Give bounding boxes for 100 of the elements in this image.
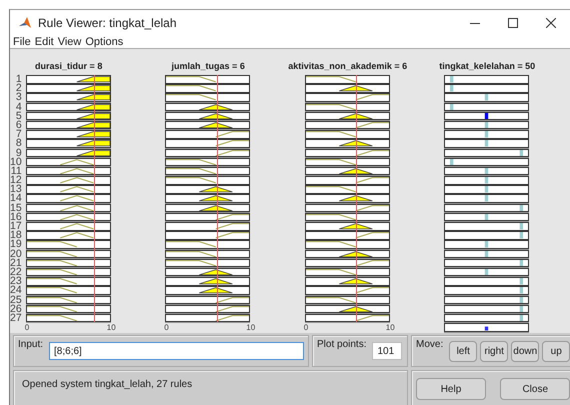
plot-points-field[interactable]: 101	[372, 342, 402, 360]
move-button[interactable]: right	[480, 341, 508, 362]
membership-plot[interactable]	[26, 185, 111, 194]
output-plot[interactable]	[444, 176, 530, 185]
menu-item[interactable]: Options	[85, 36, 124, 48]
membership-curve	[166, 242, 216, 248]
membership-plot[interactable]	[26, 130, 111, 139]
output-plot[interactable]	[444, 93, 530, 102]
membership-plot[interactable]	[165, 277, 250, 286]
membership-curve	[166, 260, 216, 266]
membership-plot[interactable]	[26, 194, 111, 203]
membership-curve	[216, 150, 250, 156]
membership-plot[interactable]	[304, 176, 390, 185]
dialog-button[interactable]: Help	[416, 378, 486, 400]
rule-number: 21	[10, 258, 22, 268]
output-bar	[485, 250, 488, 258]
move-button[interactable]: down	[511, 341, 540, 362]
membership-plot[interactable]	[304, 84, 390, 93]
input-value-line[interactable]	[356, 75, 358, 322]
output-plot[interactable]	[444, 130, 530, 139]
membership-plot[interactable]	[26, 84, 111, 93]
membership-plot[interactable]	[165, 84, 250, 93]
membership-plot[interactable]	[304, 286, 390, 295]
membership-curve	[166, 250, 216, 257]
rule-number: 17	[10, 222, 22, 232]
membership-curve	[216, 306, 250, 312]
membership-plot[interactable]	[304, 185, 390, 194]
close-icon	[546, 18, 556, 28]
menu-item[interactable]: View	[58, 36, 82, 48]
membership-curve	[166, 76, 216, 82]
membership-curve	[26, 260, 77, 266]
membership-plot[interactable]	[165, 75, 250, 84]
membership-plot[interactable]	[26, 176, 111, 185]
output-bar	[520, 278, 524, 285]
membership-plot[interactable]	[26, 75, 111, 84]
membership-plot[interactable]	[304, 93, 390, 102]
membership-plot[interactable]	[304, 240, 390, 249]
membership-curve	[59, 204, 94, 211]
membership-plot[interactable]	[304, 139, 390, 148]
rule-number: 20	[10, 250, 22, 259]
membership-plot[interactable]	[26, 139, 111, 148]
output-plot[interactable]	[444, 139, 530, 148]
input-field[interactable]: [8;6;6]	[49, 342, 304, 360]
membership-plot[interactable]	[165, 231, 250, 240]
output-bar	[485, 112, 488, 120]
membership-plot[interactable]	[304, 130, 390, 139]
output-plot[interactable]	[444, 84, 530, 93]
membership-plot[interactable]	[304, 277, 390, 286]
output-bar	[520, 314, 524, 322]
output-bar	[520, 296, 524, 303]
move-button[interactable]: left	[449, 341, 478, 362]
menu-item[interactable]: File	[13, 36, 31, 48]
axis-tick-label: 10	[106, 323, 116, 334]
output-plot[interactable]	[444, 194, 530, 203]
membership-plot[interactable]	[165, 222, 250, 230]
membership-plot[interactable]	[165, 240, 250, 249]
window-title: Rule Viewer: tingkat_lelah	[38, 16, 177, 30]
membership-curve	[216, 140, 250, 147]
membership-plot[interactable]	[26, 222, 111, 230]
dialog-button[interactable]: Close	[500, 378, 570, 400]
membership-plot[interactable]	[165, 139, 250, 148]
output-plot[interactable]	[444, 286, 530, 295]
rule-number: 15	[10, 204, 22, 213]
input-label: Input:	[18, 339, 44, 350]
menu-item[interactable]: Edit	[34, 36, 54, 48]
membership-curve	[166, 168, 216, 174]
output-mark	[485, 326, 488, 331]
input-value-line[interactable]	[216, 75, 218, 322]
membership-curve	[355, 287, 389, 294]
membership-curve	[26, 287, 77, 294]
output-bar	[485, 122, 488, 128]
membership-plot[interactable]	[304, 222, 390, 230]
membership-plot[interactable]	[165, 93, 250, 102]
membership-plot[interactable]	[26, 240, 111, 249]
membership-plot[interactable]	[26, 286, 111, 295]
membership-plot[interactable]	[165, 185, 250, 194]
move-label: Move:	[416, 339, 444, 350]
membership-plot[interactable]	[304, 231, 390, 240]
move-button[interactable]: up	[542, 341, 570, 362]
output-plot[interactable]	[444, 75, 530, 84]
membership-plot[interactable]	[26, 277, 111, 286]
membership-plot[interactable]	[165, 194, 250, 203]
membership-curve	[59, 177, 94, 184]
output-plot[interactable]	[444, 240, 530, 249]
membership-curve	[59, 223, 94, 230]
membership-plot[interactable]	[26, 93, 111, 102]
output-plot[interactable]	[444, 277, 530, 286]
membership-plot[interactable]	[26, 231, 111, 240]
membership-plot[interactable]	[165, 130, 250, 139]
membership-curve	[355, 177, 389, 184]
output-plot[interactable]	[444, 231, 530, 240]
membership-plot[interactable]	[304, 194, 390, 203]
output-plot[interactable]	[444, 222, 530, 230]
rule-number: 24	[10, 286, 22, 296]
membership-curve	[355, 122, 389, 128]
membership-plot[interactable]	[165, 286, 250, 295]
output-plot[interactable]	[444, 185, 530, 194]
input-value-line[interactable]	[94, 75, 96, 322]
membership-plot[interactable]	[304, 75, 390, 84]
membership-plot[interactable]	[165, 176, 250, 185]
